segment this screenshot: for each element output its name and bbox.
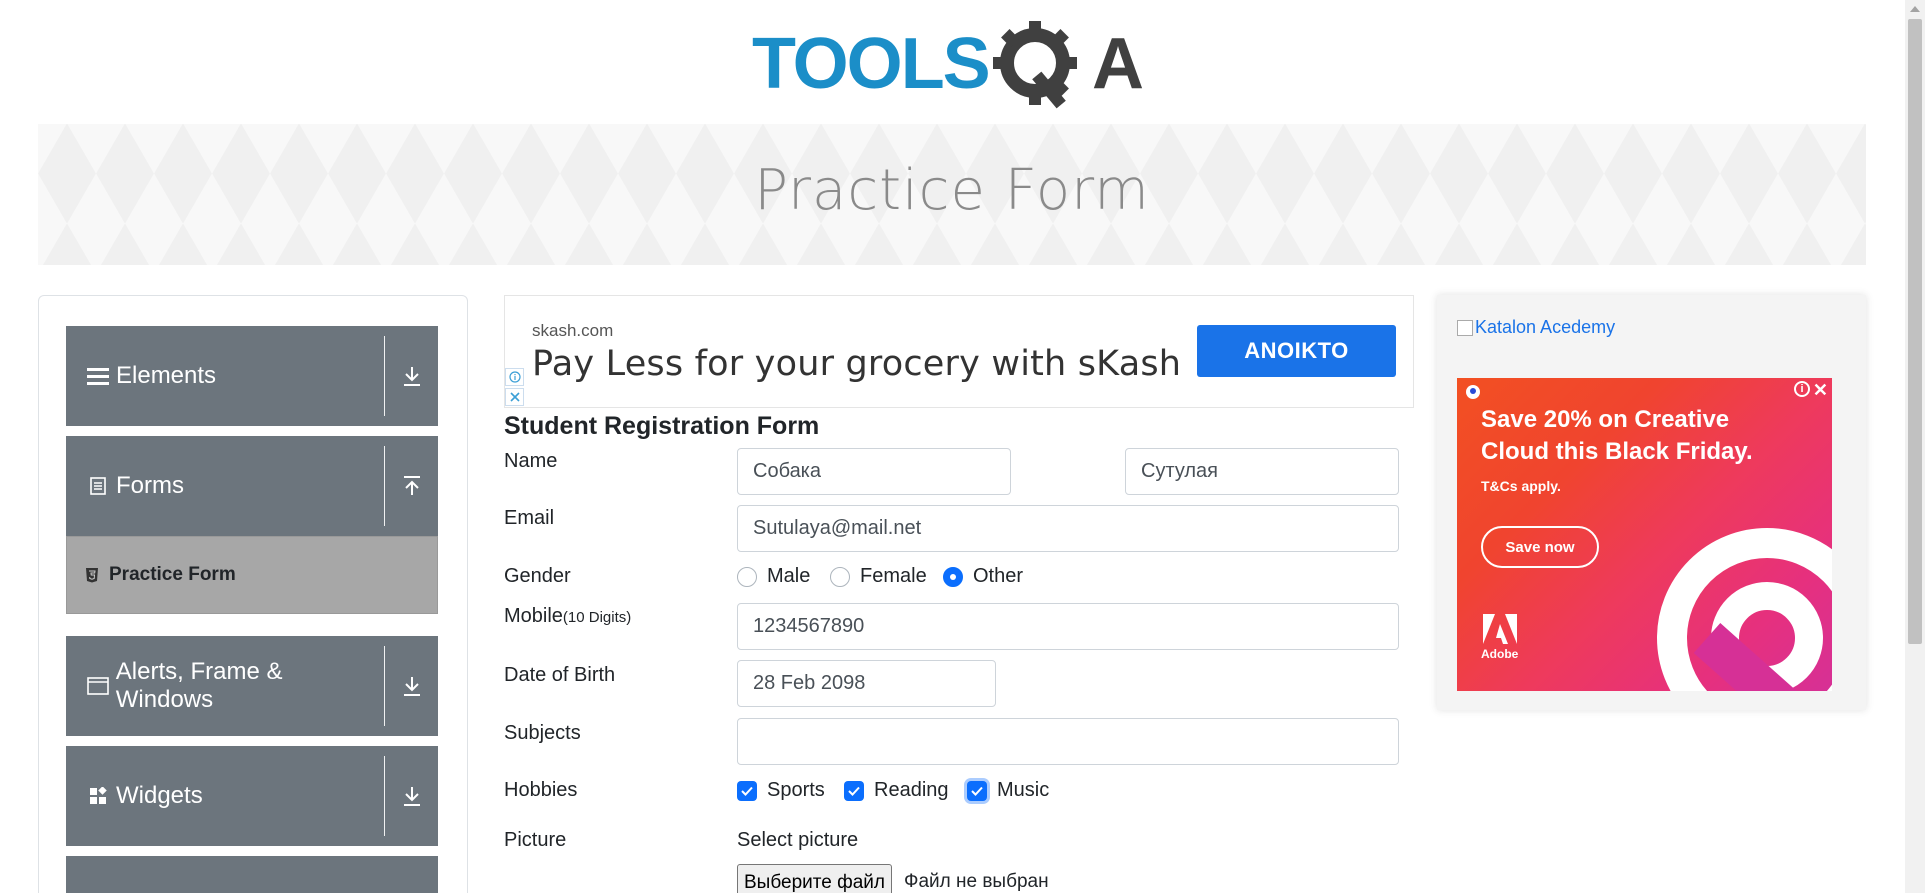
date-of-birth-input[interactable]: 28 Feb 2098 [737,660,996,707]
page-banner: Practice Form [38,124,1866,265]
sidebar-group-label: Alerts, Frame & Windows [115,658,283,713]
page-title: Practice Form [754,158,1150,223]
upload-arrow-icon[interactable] [385,436,438,536]
file-status-text: Файл не выбран [904,871,1049,892]
sidebar-group-widgets[interactable]: Widgets [66,746,438,846]
sidebar-group-header[interactable]: Elements [66,326,384,426]
adobe-headline: Save 20% on Creative Cloud this Black Fr… [1481,406,1753,465]
html5-icon [85,567,99,583]
radio-button[interactable] [737,566,757,587]
email-label: Email [504,507,555,529]
hobby-music-checkbox[interactable]: Music [967,779,1049,802]
dob-label: Date of Birth [504,664,616,686]
scroll-up-arrow-icon[interactable] [1910,6,1920,12]
ad-headline[interactable]: Pay Less for your grocery with sKash [532,344,1181,384]
email-input[interactable]: Sutulaya@mail.net [737,505,1399,552]
sidebar-group-alerts[interactable]: Alerts, Frame & Windows [66,636,438,736]
gender-option-label: Male [767,565,811,587]
hobby-label: Sports [767,779,825,801]
download-arrow-icon[interactable] [385,636,438,736]
logo-a-text: A [1092,24,1144,104]
mobile-hint: (10 Digits) [562,609,632,626]
hobby-label: Reading [874,779,949,801]
gender-other-radio[interactable]: Other [943,565,1023,588]
adobe-a-icon [1482,614,1517,644]
download-arrow-icon[interactable] [385,746,438,846]
sidebar-group-header[interactable]: Widgets [66,746,384,846]
ad-sidebar-right: Katalon Acedemy i ✕ Save 20% on Creative… [1437,295,1866,710]
ad-open-button[interactable]: ΑΝΟΙΚΤΟ [1197,325,1396,377]
save-now-button[interactable]: Save now [1481,526,1599,568]
ad-info-icon[interactable] [505,368,524,386]
ad-banner-top[interactable]: skash.com Pay Less for your grocery with… [504,295,1414,408]
mobile-label: Mobile(10 Digits) [504,605,631,628]
gender-label: Gender [504,565,571,587]
ad-info-icon[interactable]: i [1794,381,1810,397]
picture-label: Picture [504,829,567,851]
sidebar-group-elements[interactable]: Elements [66,326,438,426]
adobe-terms: T&Cs apply. [1481,478,1561,494]
katalon-academy-link[interactable]: Katalon Acedemy [1457,317,1615,338]
scrollbar-thumb[interactable] [1908,19,1922,644]
hobby-reading-checkbox[interactable]: Reading [844,779,949,802]
last-name-input[interactable]: Сутулая [1125,448,1399,495]
katalon-alt-text[interactable]: Katalon Acedemy [1475,317,1615,338]
name-label: Name [504,450,558,472]
privacy-icon[interactable] [1465,384,1481,400]
hobbies-label: Hobbies [504,779,578,801]
sidebar-group-header[interactable]: Alerts, Frame & Windows [66,636,384,736]
checkbox-checked[interactable] [967,780,987,801]
subjects-input[interactable] [737,718,1399,765]
subjects-label: Subjects [504,722,581,744]
adobe-ad[interactable]: i ✕ Save 20% on Creative Cloud this Blac… [1457,378,1832,691]
mobile-input[interactable]: 1234567890 [737,603,1399,650]
sidebar-item-practice-form[interactable]: Practice Form [66,536,438,614]
gear-icon [993,21,1077,109]
select-picture-label: Select picture [737,829,859,851]
form-title: Student Registration Form [504,412,820,440]
gender-option-label: Female [860,565,927,587]
broken-image-icon [1457,319,1473,336]
adobe-brand: Adobe [1481,647,1519,661]
checkbox-checked[interactable] [737,780,757,801]
checkbox-checked[interactable] [844,780,864,801]
toolsqa-logo[interactable]: TOOLS A [752,18,1157,113]
menu-icon [86,364,110,388]
ad-close-icon[interactable] [505,388,524,406]
ad-source: skash.com [532,321,614,340]
radio-button[interactable] [830,566,850,587]
sidebar-item-label: Practice Form [109,564,236,585]
download-arrow-icon[interactable] [385,326,438,426]
sidebar: Elements Forms Practice Form Alerts, Fra… [38,295,468,893]
hobby-sports-checkbox[interactable]: Sports [737,779,825,802]
sidebar-group-forms[interactable]: Forms [66,436,438,536]
adobe-logo: Adobe [1481,614,1518,661]
radio-button-selected[interactable] [943,566,963,587]
ad-close-icon[interactable]: ✕ [1813,380,1828,401]
sidebar-group-header[interactable]: Forms [66,436,384,536]
hobby-label: Music [997,779,1050,801]
creative-cloud-icon [1657,528,1832,691]
widgets-icon [86,784,110,808]
sidebar-group-label: Forms [116,472,184,499]
sidebar-group-label: Widgets [116,782,203,809]
gender-female-radio[interactable]: Female [830,565,927,588]
sidebar-group-label: Elements [116,362,217,389]
document-icon [86,474,110,498]
window-icon [86,674,110,698]
page-scrollbar[interactable] [1905,0,1925,893]
gender-option-label: Other [973,565,1024,587]
gender-male-radio[interactable]: Male [737,565,810,588]
choose-file-button[interactable]: Выберите файл [737,864,892,893]
logo-tools-text: TOOLS [752,24,989,104]
mobile-label-text: Mobile [504,605,563,627]
sidebar-group-next[interactable] [66,856,438,893]
first-name-input[interactable]: Собака [737,448,1011,495]
